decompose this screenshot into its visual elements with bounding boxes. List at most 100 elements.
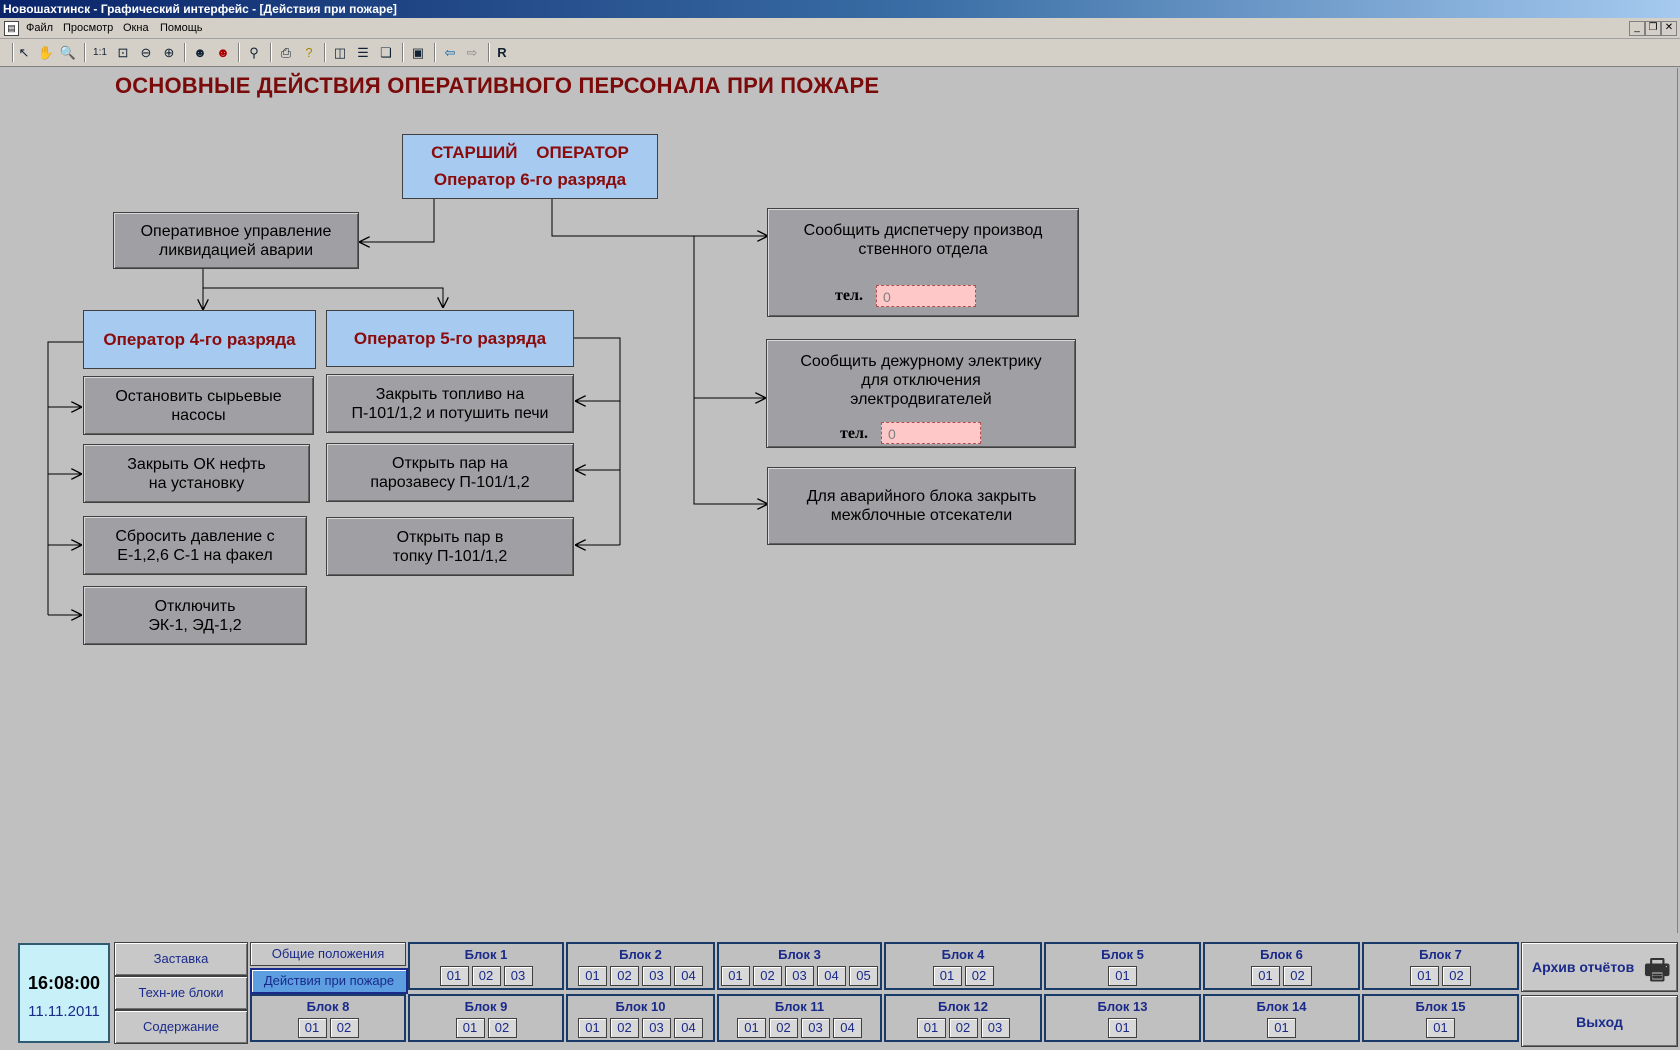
block-panel: Блок 5 01 [1044,942,1201,990]
section-fire-button[interactable]: Действия при пожаре [250,968,408,994]
block-sub-button[interactable]: 03 [642,1018,671,1038]
block-title[interactable]: Блок 11 [719,999,880,1014]
exit-button[interactable]: Выход [1521,995,1678,1047]
block-sub-button[interactable]: 01 [1267,1018,1296,1038]
block-title[interactable]: Блок 7 [1364,947,1517,962]
block-sub-button[interactable]: 01 [932,966,962,986]
emergency-block-label: Для аварийного блока закрыть межблочные … [806,488,1037,524]
op5-task-steam-firebox[interactable]: Открыть пар в топку П-101/1,2 [326,517,574,576]
block-sub-button[interactable]: 01 [916,1018,946,1038]
block-panel: Блок 15 01 [1362,994,1519,1042]
management-box[interactable]: Оперативное управление ликвидацией авари… [113,212,359,269]
task-label: Открыть пар на парозавесу П-101/1,2 [370,454,530,491]
block-sub-button[interactable]: 03 [503,966,533,986]
notify-electrician-label: Сообщить дежурному электрику для отключе… [800,353,1042,408]
block-sub-button[interactable]: 01 [578,1018,607,1038]
op4-task-close-oil[interactable]: Закрыть ОК нефть на установку [83,444,310,503]
clock-date: 11.11.2011 [28,1003,100,1020]
block-sub-button[interactable]: 01 [439,966,469,986]
task-label: Остановить сырьевые насосы [115,387,282,424]
block-title[interactable]: Блок 8 [252,999,404,1014]
dispatcher-phone-field[interactable]: 0 [876,285,976,307]
block-sub-button[interactable]: 05 [849,966,878,986]
op4-task-disconnect[interactable]: Отключить ЭК-1, ЭД-1,2 [83,586,307,645]
block-title[interactable]: Блок 13 [1046,999,1199,1014]
block-sub-button[interactable]: 02 [471,966,501,986]
block-panel: Блок 8 01 02 [250,994,406,1042]
block-panel: Блок 12 01 02 03 [884,994,1042,1042]
nav-tech-blocks-button[interactable]: Техн-ие блоки [114,976,248,1010]
task-label: Открыть пар в топку П-101/1,2 [392,528,508,565]
block-sub-button[interactable]: 02 [1283,966,1312,986]
block-title[interactable]: Блок 12 [886,999,1040,1014]
block-sub-button[interactable]: 02 [769,1018,798,1038]
task-label: Закрыть ОК нефть на установку [127,455,266,492]
operator-4-box[interactable]: Оператор 4-го разряда [83,310,316,369]
block-title[interactable]: Блок 14 [1205,999,1358,1014]
block-sub-button[interactable]: 01 [578,966,607,986]
archive-button[interactable]: Архив отчётов 🖶 [1521,942,1678,992]
block-sub-button[interactable]: 04 [833,1018,862,1038]
op4-task-release-pressure[interactable]: Сбросить давление с Е-1,2,6 С-1 на факел [83,516,307,575]
operator-5-label: Оператор 5-го разряда [353,328,547,348]
block-sub-button[interactable]: 02 [964,966,994,986]
archive-label: Архив отчётов [1532,959,1635,975]
block-sub-button[interactable]: 04 [674,966,703,986]
block-panel: Блок 11 01 02 03 04 [717,994,882,1042]
block-sub-button[interactable]: 04 [674,1018,703,1038]
block-title[interactable]: Блок 6 [1205,947,1358,962]
block-title[interactable]: Блок 15 [1364,999,1517,1014]
block-sub-button[interactable]: 01 [737,1018,766,1038]
block-title[interactable]: Блок 5 [1046,947,1199,962]
block-sub-button[interactable]: 03 [980,1018,1010,1038]
block-title[interactable]: Блок 10 [568,999,713,1014]
notify-dispatcher-label: Сообщить диспетчеру производ ственного о… [803,222,1043,258]
operator-5-box[interactable]: Оператор 5-го разряда [326,310,574,367]
operator-4-label: Оператор 4-го разряда [103,329,296,349]
block-sub-button[interactable]: 01 [1251,966,1280,986]
management-label: Оперативное управление ликвидацией авари… [140,222,332,259]
op4-task-stop-pumps[interactable]: Остановить сырьевые насосы [83,376,314,435]
block-sub-button[interactable]: 02 [948,1018,978,1038]
printer-icon: 🖶 [1644,954,1671,985]
nav-contents-button[interactable]: Содержание [114,1010,248,1044]
block-sub-button[interactable]: 04 [817,966,846,986]
block-sub-button[interactable]: 01 [1410,966,1439,986]
clock-time: 16:08:00 [27,973,101,993]
block-sub-button[interactable]: 01 [297,1018,327,1038]
task-label: Отключить ЭК-1, ЭД-1,2 [148,597,242,634]
block-title[interactable]: Блок 2 [568,947,713,962]
senior-operator-grade: Оператор 6-го разряда [433,170,627,189]
block-sub-button[interactable]: 01 [455,1018,485,1038]
block-sub-button[interactable]: 01 [721,966,750,986]
senior-operator-box[interactable]: СТАРШИЙ ОПЕРАТОР Оператор 6-го разряда [402,134,658,199]
emergency-block-box[interactable]: Для аварийного блока закрыть межблочные … [767,467,1076,545]
block-sub-button[interactable]: 02 [610,966,639,986]
block-sub-button[interactable]: 03 [785,966,814,986]
block-sub-button[interactable]: 02 [610,1018,639,1038]
block-title[interactable]: Блок 1 [410,947,562,962]
block-title[interactable]: Блок 9 [410,999,562,1014]
block-sub-button[interactable]: 01 [1108,1018,1137,1038]
block-sub-button[interactable]: 01 [1108,966,1137,986]
section-general-button[interactable]: Общие положения [250,942,406,966]
block-sub-button[interactable]: 01 [1426,1018,1455,1038]
op5-task-steam-curtain[interactable]: Открыть пар на парозавесу П-101/1,2 [326,443,574,502]
nav-screensaver-button[interactable]: Заставка [114,942,248,976]
block-title[interactable]: Блок 3 [719,947,880,962]
block-sub-button[interactable]: 03 [801,1018,830,1038]
block-panel: Блок 1 01 02 03 [408,942,564,990]
electrician-phone-field[interactable]: 0 [881,422,981,444]
block-panel: Блок 3 01 02 03 04 05 [717,942,882,990]
block-sub-button[interactable]: 02 [1442,966,1471,986]
block-sub-button[interactable]: 03 [642,966,671,986]
block-title[interactable]: Блок 4 [886,947,1040,962]
block-sub-button[interactable]: 02 [753,966,782,986]
block-panel: Блок 9 01 02 [408,994,564,1042]
clock-panel: 16:08:00 11.11.2011 [18,943,110,1043]
block-sub-button[interactable]: 02 [329,1018,359,1038]
op5-task-close-fuel[interactable]: Закрыть топливо на П-101/1,2 и потушить … [326,374,574,433]
block-panel: Блок 2 01 02 03 04 [566,942,715,990]
block-sub-button[interactable]: 02 [487,1018,517,1038]
block-panel: Блок 4 01 02 [884,942,1042,990]
